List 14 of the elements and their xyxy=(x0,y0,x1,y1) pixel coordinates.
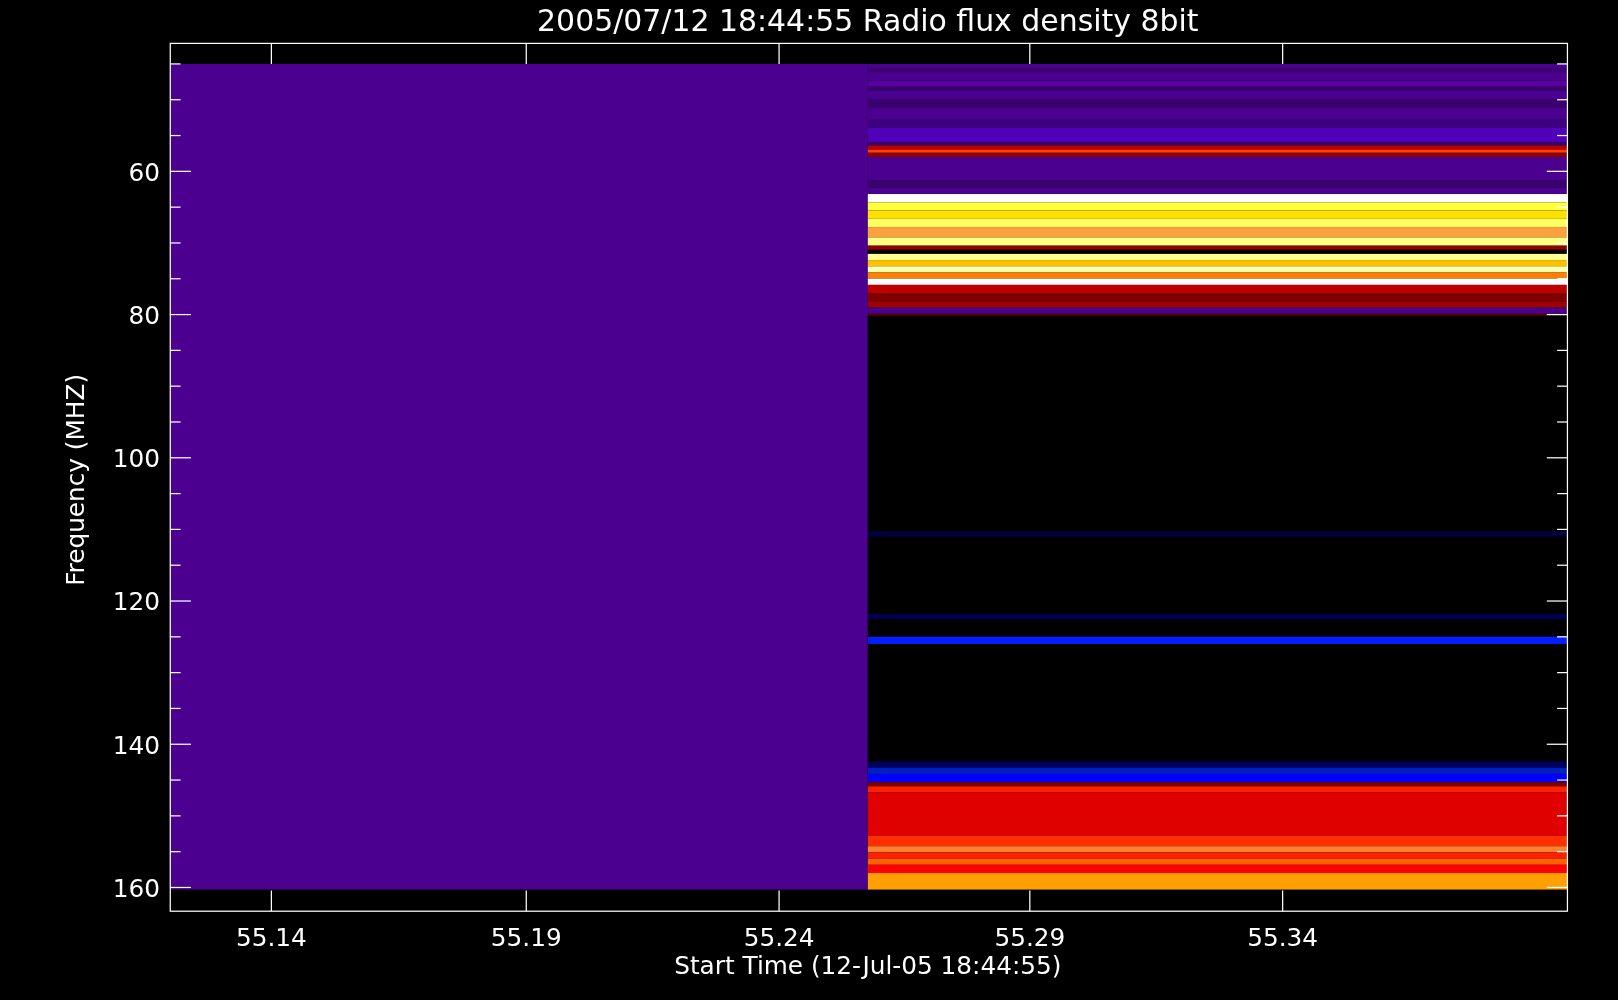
x-tick-label: 55.24 xyxy=(743,923,815,953)
y-tick-label: 80 xyxy=(128,300,160,330)
x-tick-label: 55.14 xyxy=(235,923,307,953)
y-tick-label: 120 xyxy=(112,587,160,617)
y-tick-label: 160 xyxy=(112,873,160,903)
chart-title: 2005/07/12 18:44:55 Radio flux density 8bit xyxy=(537,3,1199,38)
y-axis-label: Frequency (MHZ) xyxy=(60,373,90,586)
y-tick-label: 100 xyxy=(112,444,160,474)
x-tick-label: 55.19 xyxy=(490,923,562,953)
y-tick-label: 60 xyxy=(128,157,160,187)
x-tick-label: 55.34 xyxy=(1247,923,1319,953)
x-axis-label: Start Time (12-Jul-05 18:44:55) xyxy=(674,951,1062,981)
y-tick-label: 140 xyxy=(112,730,160,760)
x-tick-label: 55.29 xyxy=(994,923,1066,953)
